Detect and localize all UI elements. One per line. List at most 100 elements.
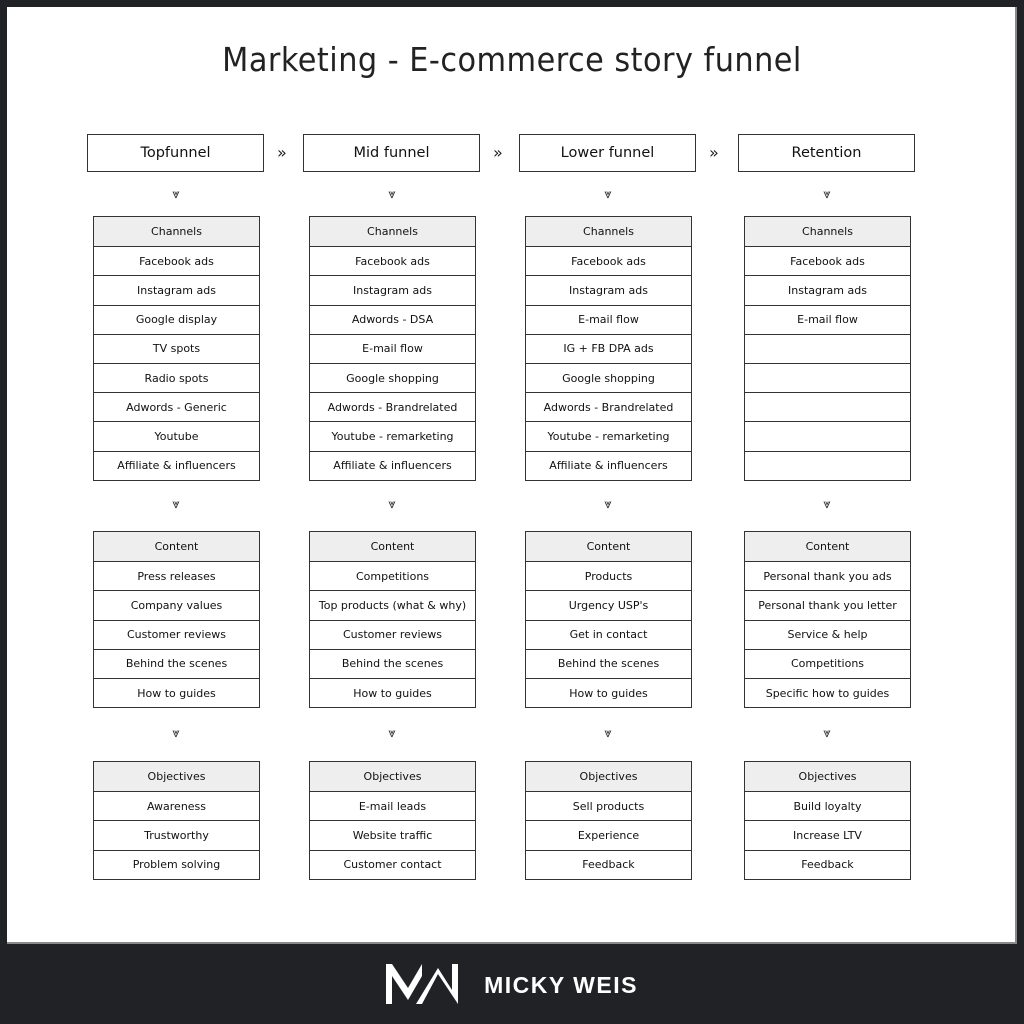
content-header: Content	[745, 532, 910, 562]
arrow-down-icon: ⩔	[388, 726, 396, 741]
objectives-item: Website traffic	[310, 820, 475, 849]
arrow-down-icon: ⩔	[823, 187, 831, 202]
arrow-down-icon: ⩔	[604, 726, 612, 741]
objectives-item: E-mail leads	[310, 791, 475, 820]
page-title: Marketing - E-commerce story funnel	[222, 40, 802, 79]
channels-item: Adwords - Generic	[94, 392, 259, 421]
channels-item: E-mail flow	[526, 304, 691, 334]
content-item: Behind the scenes	[526, 648, 691, 678]
content-item: Customer reviews	[310, 619, 475, 649]
channels-header: Channels	[94, 217, 259, 247]
channels-item: Instagram ads	[310, 275, 475, 304]
content-header: Content	[94, 532, 259, 562]
channels-item: Youtube	[94, 421, 259, 450]
objectives-item: Trustworthy	[94, 820, 259, 849]
content-item: Get in contact	[526, 619, 691, 649]
objectives-table: Objectives Build loyalty Increase LTV Feedb…	[744, 761, 911, 880]
objectives-header: Objectives	[94, 762, 259, 792]
channels-header: Channels	[310, 217, 475, 247]
content-item: Competitions	[745, 648, 910, 678]
arrow-right-icon: »	[493, 143, 503, 162]
objectives-item: Feedback	[745, 849, 910, 879]
stage-lower-funnel: Lower funnel	[519, 134, 696, 172]
arrow-right-icon: »	[277, 143, 287, 162]
content-header: Content	[310, 532, 475, 562]
content-table: Content Personal thank you ads Personal th…	[744, 531, 911, 709]
arrow-down-icon: ⩔	[388, 497, 396, 512]
content-table: Content Competitions Top products (what & …	[309, 531, 476, 709]
channels-item: Instagram ads	[94, 275, 259, 304]
content-item: How to guides	[310, 677, 475, 707]
channels-item	[745, 362, 910, 392]
channels-item: Google shopping	[310, 362, 475, 392]
objectives-header: Objectives	[526, 762, 691, 792]
channels-header: Channels	[526, 217, 691, 247]
channels-item: Google shopping	[526, 362, 691, 392]
channels-item	[745, 450, 910, 480]
channels-item: Adwords - DSA	[310, 304, 475, 334]
content-item: Top products (what & why)	[310, 590, 475, 619]
channels-item: Facebook ads	[526, 246, 691, 275]
content-item: Personal thank you ads	[745, 561, 910, 590]
content-item: Behind the scenes	[310, 648, 475, 678]
arrow-right-icon: »	[709, 143, 719, 162]
channels-item: Facebook ads	[310, 246, 475, 275]
content-item: Company values	[94, 590, 259, 619]
channels-item: Google display	[94, 304, 259, 334]
channels-item: Adwords - Brandrelated	[526, 392, 691, 421]
arrow-down-icon: ⩔	[604, 497, 612, 512]
channels-item: E-mail flow	[310, 333, 475, 363]
channels-item: Affiliate & influencers	[310, 450, 475, 480]
brand-name: MICKY WEIS	[484, 971, 638, 998]
content-header: Content	[526, 532, 691, 562]
content-item: Competitions	[310, 561, 475, 590]
objectives-item: Feedback	[526, 849, 691, 879]
arrow-down-icon: ⩔	[604, 187, 612, 202]
arrow-down-icon: ⩔	[172, 726, 180, 741]
objectives-header: Objectives	[310, 762, 475, 792]
objectives-item: Build loyalty	[745, 791, 910, 820]
channels-table: Channels Facebook ads Instagram ads E-mail …	[744, 216, 911, 481]
content-item: Personal thank you letter	[745, 590, 910, 619]
mw-logo-icon	[386, 962, 460, 1008]
stage-retention: Retention	[738, 134, 915, 172]
arrow-down-icon: ⩔	[388, 187, 396, 202]
channels-item: Instagram ads	[526, 275, 691, 304]
footer: MICKY WEIS	[0, 946, 1024, 1024]
stage-mid-funnel: Mid funnel	[303, 134, 480, 172]
channels-item: E-mail flow	[745, 304, 910, 334]
channels-item	[745, 333, 910, 363]
arrow-down-icon: ⩔	[172, 497, 180, 512]
content-item: How to guides	[526, 677, 691, 707]
channels-item	[745, 392, 910, 421]
channels-item: Youtube - remarketing	[526, 421, 691, 450]
content-table: Content Products Urgency USP's Get in conta…	[525, 531, 692, 709]
content-item: Specific how to guides	[745, 677, 910, 707]
content-table: Content Press releases Company values Custo…	[93, 531, 260, 709]
channels-item: Youtube - remarketing	[310, 421, 475, 450]
channels-item: Facebook ads	[745, 246, 910, 275]
objectives-item: Customer contact	[310, 849, 475, 879]
content-item: Products	[526, 561, 691, 590]
channels-table: Channels Facebook ads Instagram ads Adwords…	[309, 216, 476, 481]
content-item: Customer reviews	[94, 619, 259, 649]
channels-header: Channels	[745, 217, 910, 247]
content-item: Press releases	[94, 561, 259, 590]
content-item: Behind the scenes	[94, 648, 259, 678]
arrow-down-icon: ⩔	[172, 187, 180, 202]
channels-item: Facebook ads	[94, 246, 259, 275]
content-item: Urgency USP's	[526, 590, 691, 619]
arrow-down-icon: ⩔	[823, 497, 831, 512]
objectives-table: Objectives E-mail leads Website traffic Cus…	[309, 761, 476, 880]
stage-topfunnel: Topfunnel	[87, 134, 264, 172]
objectives-item: Increase LTV	[745, 820, 910, 849]
channels-item: Affiliate & influencers	[526, 450, 691, 480]
content-item: How to guides	[94, 677, 259, 707]
channels-table: Channels Facebook ads Instagram ads Google …	[93, 216, 260, 481]
channels-item: IG + FB DPA ads	[526, 333, 691, 363]
channels-item: Instagram ads	[745, 275, 910, 304]
channels-item: Affiliate & influencers	[94, 450, 259, 480]
objectives-item: Problem solving	[94, 849, 259, 879]
objectives-item: Experience	[526, 820, 691, 849]
arrow-down-icon: ⩔	[823, 726, 831, 741]
